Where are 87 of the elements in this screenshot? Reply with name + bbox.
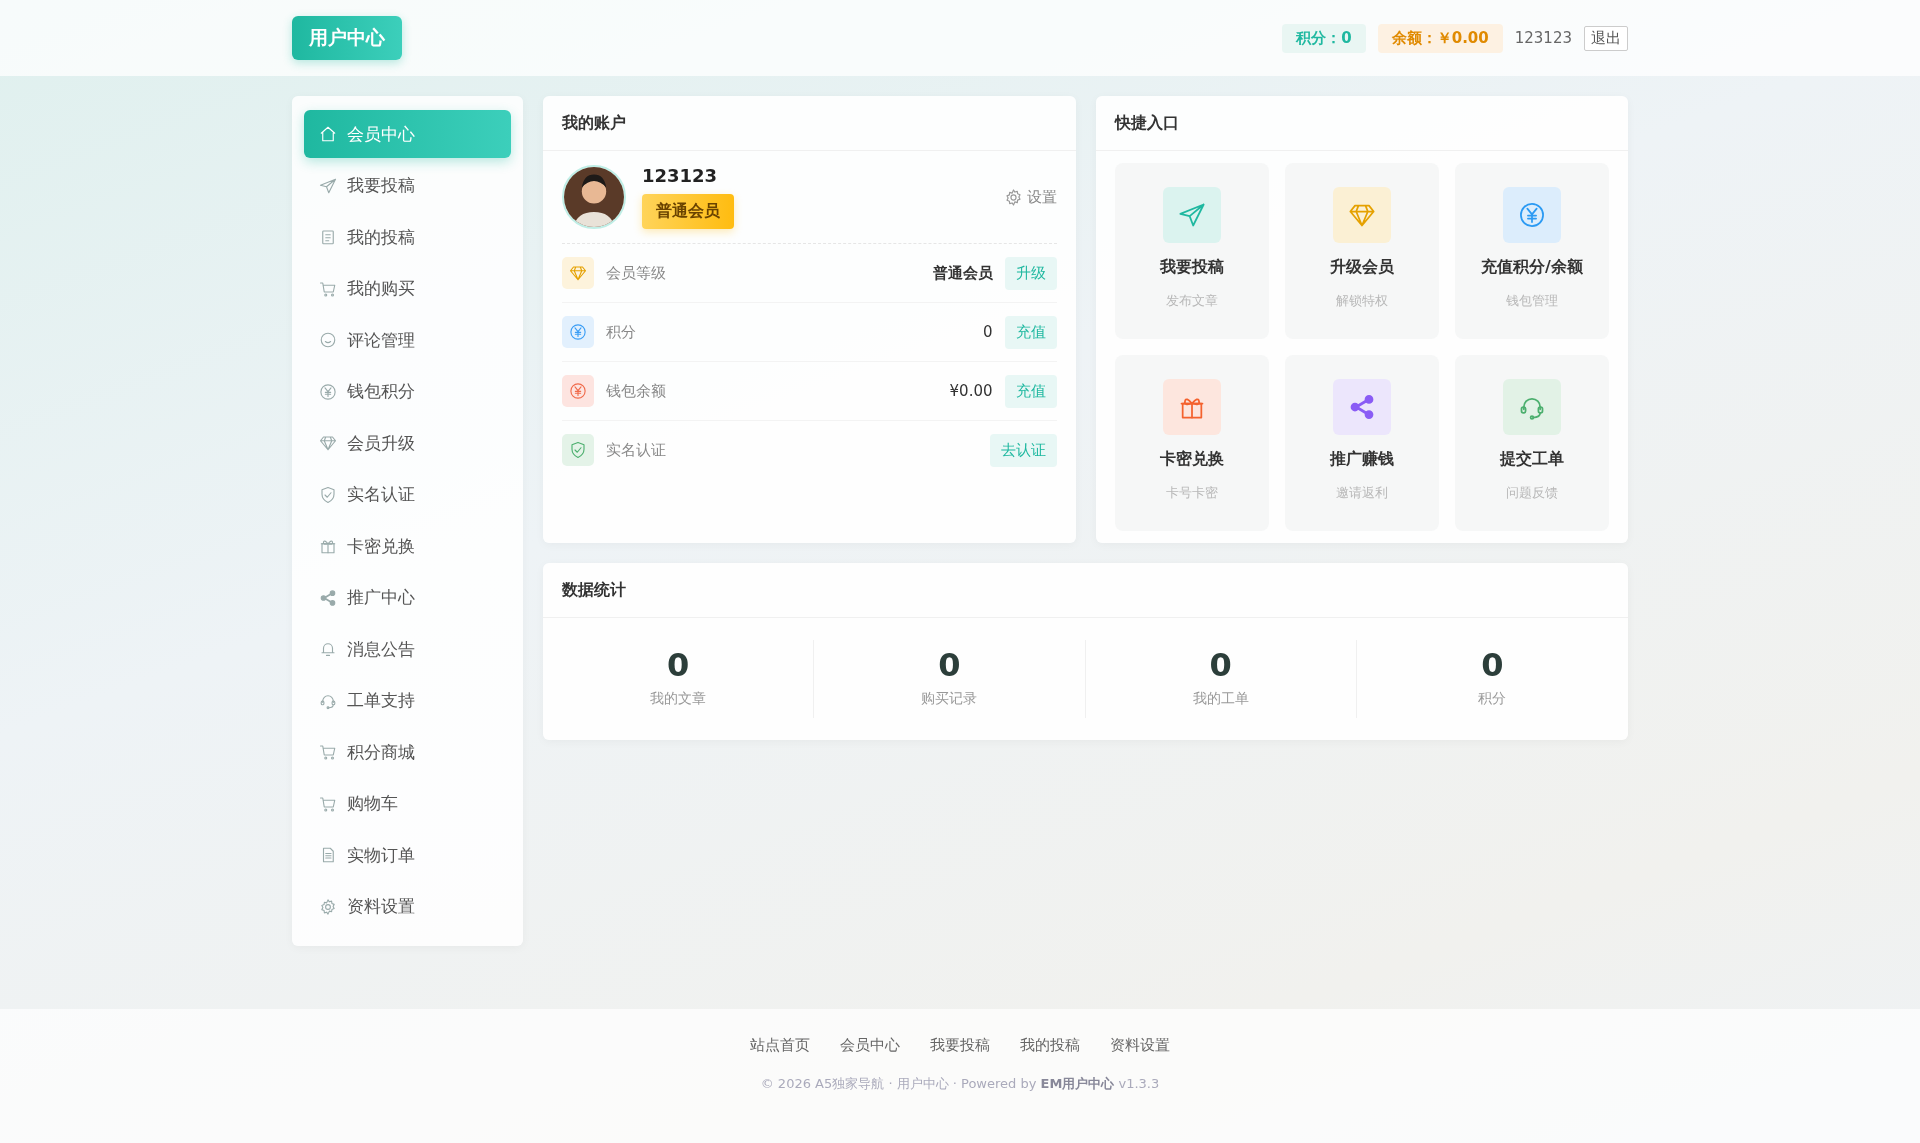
quick-entry-tile[interactable]: 我要投稿 发布文章: [1114, 163, 1269, 339]
card-title: 快捷入口: [1095, 96, 1628, 151]
row-label: 实名认证: [606, 440, 667, 460]
sidebar-item[interactable]: 我要投稿: [304, 161, 511, 210]
footer-link[interactable]: 我的投稿: [1020, 1036, 1080, 1055]
paper-plane-icon: [319, 176, 337, 195]
bell-icon: [319, 640, 337, 658]
cart-icon: [319, 794, 337, 813]
entry-subtitle: 邀请返利: [1335, 484, 1388, 502]
sidebar-item[interactable]: 实名认证: [304, 470, 511, 519]
points-badge: 积分：0: [1282, 23, 1366, 53]
row-value: ¥0.00: [949, 382, 993, 400]
shield-check-icon: [562, 434, 594, 466]
user-name: 123123: [642, 165, 719, 186]
smile-icon: [319, 331, 337, 349]
stat-value: 0: [1209, 646, 1232, 684]
sidebar-item[interactable]: 钱包积分: [304, 367, 511, 416]
stat-value: 0: [938, 646, 961, 684]
username: 123123: [1514, 29, 1572, 47]
stat-label: 购买记录: [921, 690, 978, 708]
member-level-badge: 普通会员: [642, 194, 734, 229]
home-icon: [319, 125, 337, 143]
yen-icon: [1502, 187, 1561, 243]
cart-icon: [319, 279, 337, 298]
settings-link[interactable]: 设置: [1003, 187, 1057, 207]
yen-icon: [319, 382, 337, 401]
sidebar-item[interactable]: 推广中心: [304, 573, 511, 622]
sidebar-item[interactable]: 会员升级: [304, 419, 511, 467]
entry-title: 提交工单: [1499, 449, 1564, 470]
paper-plane-icon: [1162, 187, 1221, 243]
entry-title: 充值积分/余额: [1481, 257, 1583, 278]
quick-entry-tile[interactable]: 推广赚钱 邀请返利: [1284, 355, 1439, 531]
sidebar-item[interactable]: 我的购买: [304, 264, 511, 313]
entry-subtitle: 钱包管理: [1505, 292, 1558, 310]
row-value: 0: [982, 323, 993, 341]
stat-label: 我的工单: [1192, 690, 1249, 708]
stat-value: 0: [667, 646, 690, 684]
yen-icon: [562, 375, 594, 407]
row-label: 会员等级: [606, 263, 667, 283]
entry-subtitle: 问题反馈: [1505, 484, 1558, 502]
sidebar-item[interactable]: 卡密兑换: [304, 522, 511, 570]
entry-title: 卡密兑换: [1159, 449, 1224, 470]
sidebar-item[interactable]: 实物订单: [304, 831, 511, 879]
sidebar-item[interactable]: 我的投稿: [304, 213, 511, 261]
yen-icon: [562, 316, 594, 348]
quick-entry-tile[interactable]: 充值积分/余额 钱包管理: [1454, 163, 1609, 339]
sidebar-item[interactable]: 工单支持: [304, 676, 511, 725]
sidebar-item[interactable]: 消息公告: [304, 625, 511, 673]
balance-badge: 余额：￥0.00: [1377, 23, 1503, 53]
share-icon: [319, 588, 337, 607]
footer-link[interactable]: 站点首页: [750, 1036, 810, 1055]
entry-subtitle: 卡号卡密: [1165, 484, 1218, 502]
stat-value: 0: [1481, 646, 1504, 684]
row-label: 积分: [606, 322, 637, 342]
quick-entry-tile[interactable]: 卡密兑换 卡号卡密: [1114, 355, 1269, 531]
diamond-icon: [319, 434, 337, 452]
sidebar-item[interactable]: 购物车: [304, 779, 511, 828]
settings-icon: [1003, 187, 1023, 207]
quick-entry-tile[interactable]: 升级会员 解锁特权: [1284, 163, 1439, 339]
sidebar-item[interactable]: 评论管理: [304, 316, 511, 364]
card-title: 我的账户: [543, 96, 1076, 151]
sidebar-item[interactable]: 资料设置: [304, 882, 511, 931]
footer-link[interactable]: 会员中心: [840, 1036, 900, 1055]
cart-icon: [319, 743, 337, 761]
row-value: 普通会员: [932, 263, 993, 283]
entry-title: 升级会员: [1329, 257, 1394, 278]
clipboard-icon: [319, 228, 337, 246]
entry-subtitle: 发布文章: [1165, 292, 1218, 310]
copyright-text: © 2026 A5独家导航 · 用户中心 · Powered by EM用户中心 v1.3.3: [759, 1075, 1161, 1093]
entry-title: 我要投稿: [1159, 257, 1224, 278]
stat-label: 我的文章: [650, 690, 707, 708]
logout-button[interactable]: 退出: [1584, 25, 1628, 51]
footer-link[interactable]: 我要投稿: [930, 1036, 990, 1055]
gift-icon: [1162, 379, 1221, 435]
gift-icon: [319, 537, 337, 555]
quick-entry-tile[interactable]: 提交工单 问题反馈: [1454, 355, 1609, 531]
footer-link[interactable]: 资料设置: [1110, 1036, 1170, 1055]
entry-subtitle: 解锁特权: [1335, 292, 1388, 310]
entry-title: 推广赚钱: [1329, 449, 1394, 470]
shield-check-icon: [319, 485, 337, 504]
card-title: 数据统计: [543, 563, 1628, 618]
row-label: 钱包余额: [606, 381, 667, 401]
settings-icon: [319, 897, 337, 916]
headset-icon: [1502, 379, 1561, 435]
share-icon: [1332, 379, 1391, 435]
sidebar-item[interactable]: 积分商城: [304, 728, 511, 776]
stat-label: 积分: [1478, 690, 1507, 708]
